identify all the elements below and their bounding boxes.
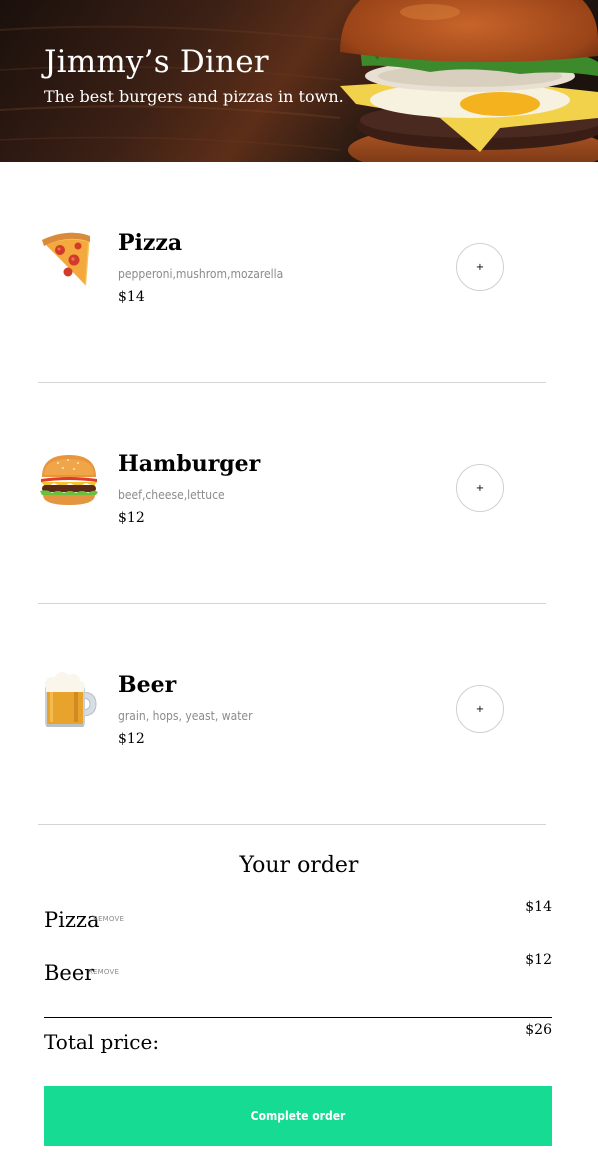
item-ingredients: grain, hops, yeast, water: [118, 709, 253, 723]
order-item-name: Beer: [44, 961, 95, 985]
hero-header: Jimmy’s Diner The best burgers and pizza…: [0, 0, 598, 162]
total-label: Total price:: [44, 1030, 160, 1054]
complete-order-button[interactable]: Complete order: [44, 1086, 552, 1146]
total-price: $26: [525, 1022, 552, 1038]
order-item: Pizza remove $14: [44, 898, 552, 938]
menu-item-beer: Beer grain, hops, yeast, water $12 +: [38, 604, 546, 825]
menu-item-hamburger: Hamburger beef,cheese,lettuce $12 +: [38, 383, 546, 604]
item-info: Beer grain, hops, yeast, water $12: [118, 670, 253, 748]
restaurant-name: Jimmy’s Diner: [44, 44, 269, 80]
total-divider: [44, 1017, 552, 1018]
remove-beer-button[interactable]: remove: [88, 968, 119, 976]
hamburger-icon: [40, 455, 98, 505]
item-ingredients: beef,cheese,lettuce: [118, 488, 225, 502]
add-pizza-button[interactable]: +: [456, 243, 504, 291]
item-price: $14: [118, 289, 145, 305]
pizza-icon: [42, 232, 90, 286]
item-info: Hamburger beef,cheese,lettuce $12: [118, 449, 260, 527]
header-text: Jimmy’s Diner The best burgers and pizza…: [44, 42, 344, 108]
restaurant-tagline: The best burgers and pizzas in town.: [44, 87, 344, 106]
item-name: Beer: [118, 672, 177, 698]
remove-pizza-button[interactable]: remove: [93, 915, 124, 923]
beer-icon: [45, 672, 97, 727]
item-ingredients: pepperoni,mushrom,mozarella: [118, 267, 284, 281]
item-info: Pizza pepperoni,mushrom,mozarella $14: [118, 228, 283, 306]
item-price: $12: [118, 510, 145, 526]
item-name: Pizza: [118, 230, 183, 256]
order-item-price: $12: [525, 952, 552, 968]
order-item-price: $14: [525, 899, 552, 915]
order-title: Your order: [239, 853, 359, 878]
add-hamburger-button[interactable]: +: [456, 464, 504, 512]
menu-item-pizza: Pizza pepperoni,mushrom,mozarella $14 +: [38, 162, 546, 383]
add-beer-button[interactable]: +: [456, 685, 504, 733]
item-name: Hamburger: [118, 451, 261, 477]
item-price: $12: [118, 731, 145, 747]
order-item-name: Pizza: [44, 908, 100, 932]
order-item: Beer remove $12: [44, 951, 552, 991]
divider: [38, 824, 546, 825]
